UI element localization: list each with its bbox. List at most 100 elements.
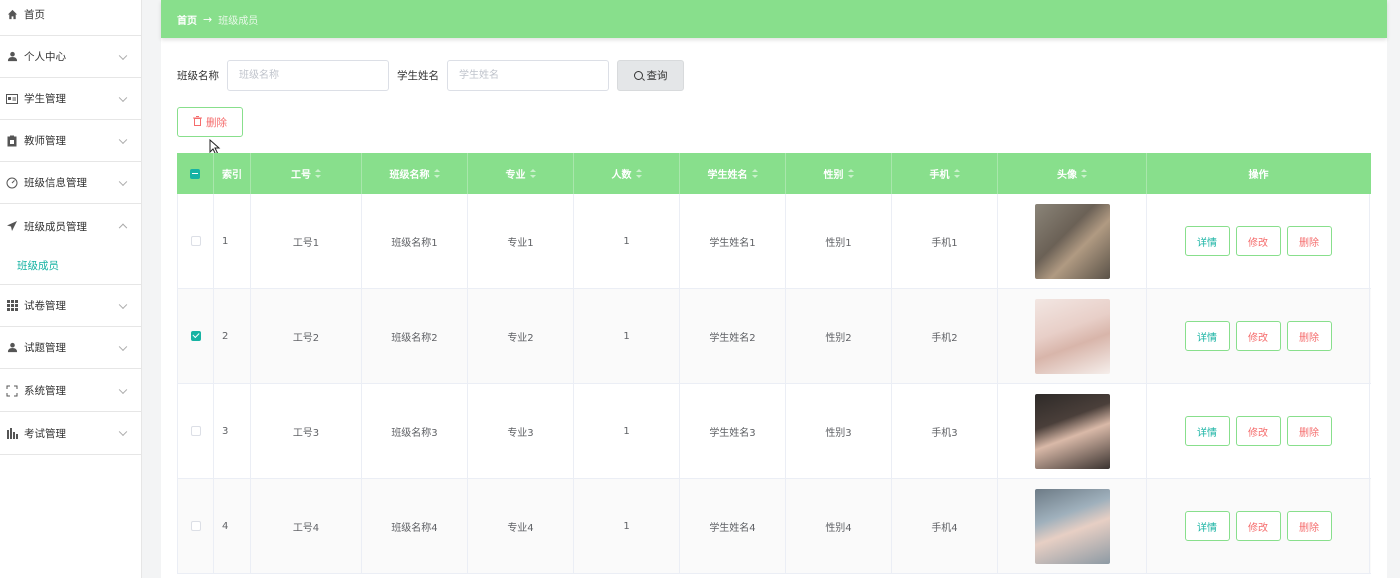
- sidebar-item-questions[interactable]: 试题管理: [0, 327, 142, 369]
- row-checkbox[interactable]: [190, 331, 201, 341]
- row-select-cell: [177, 384, 214, 478]
- sidebar-item-label: 个人中心: [24, 51, 66, 63]
- sort-icon[interactable]: [635, 169, 642, 178]
- sidebar-item-papers[interactable]: 试卷管理: [0, 285, 142, 327]
- sort-icon[interactable]: [953, 169, 960, 178]
- class-name-input[interactable]: [227, 60, 389, 91]
- cell-job-no: 工号1: [251, 194, 362, 288]
- col-student-name[interactable]: 学生姓名: [680, 153, 786, 194]
- sidebar-item-class-members[interactable]: 班级成员管理: [0, 205, 142, 247]
- delete-button[interactable]: 删除: [1286, 416, 1332, 446]
- cell-actions: 详情 修改 删除: [1147, 384, 1370, 478]
- sort-icon[interactable]: [433, 169, 440, 178]
- search-form: 班级名称 学生姓名 查询: [177, 60, 684, 91]
- avatar[interactable]: [1034, 298, 1110, 374]
- cell-phone: 手机1: [892, 194, 998, 288]
- cell-student-name: 学生姓名2: [680, 289, 786, 383]
- batch-delete-button[interactable]: 删除: [177, 107, 243, 137]
- cell-student-name: 学生姓名3: [680, 384, 786, 478]
- bar-chart-icon: [6, 427, 18, 439]
- chevron-down-icon: [118, 342, 128, 351]
- cell-job-no: 工号3: [251, 384, 362, 478]
- col-phone[interactable]: 手机: [892, 153, 998, 194]
- chevron-down-icon: [118, 427, 128, 437]
- chevron-down-icon: [118, 135, 128, 144]
- col-label: 人数: [611, 170, 632, 181]
- sidebar-item-students[interactable]: 学生管理: [0, 78, 142, 120]
- sort-icon[interactable]: [529, 169, 536, 178]
- table-row: 1 工号1 班级名称1 专业1 1 学生姓名1 性别1 手机1 详情 修改 删除: [177, 194, 1371, 289]
- edit-button[interactable]: 修改: [1235, 511, 1281, 541]
- cell-class-name: 班级名称2: [362, 289, 468, 383]
- row-checkbox[interactable]: [190, 236, 201, 246]
- chevron-down-icon: [118, 51, 128, 60]
- avatar[interactable]: [1034, 393, 1110, 469]
- col-job-no[interactable]: 工号: [251, 153, 362, 194]
- cell-major: 专业3: [468, 384, 574, 478]
- cell-index: 2: [214, 289, 251, 383]
- sidebar-item-teachers[interactable]: 教师管理: [0, 120, 142, 162]
- send-icon: [6, 220, 18, 232]
- table-row: 4 工号4 班级名称4 专业4 1 学生姓名4 性别4 手机4 详情 修改 删除: [177, 479, 1371, 574]
- sort-icon[interactable]: [315, 169, 321, 178]
- cell-class-name: 班级名称3: [362, 384, 468, 478]
- edit-button[interactable]: 修改: [1235, 416, 1281, 446]
- avatar[interactable]: [1034, 488, 1110, 564]
- row-select-cell: [177, 479, 214, 573]
- cell-job-no: 工号2: [251, 289, 362, 383]
- row-checkbox[interactable]: [190, 521, 201, 531]
- cell-class-name: 班级名称4: [362, 479, 468, 573]
- cell-phone: 手机4: [892, 479, 998, 573]
- edit-button[interactable]: 修改: [1235, 226, 1281, 256]
- col-index[interactable]: 索引: [214, 153, 251, 194]
- detail-button[interactable]: 详情: [1184, 416, 1230, 446]
- chevron-down-icon: [118, 300, 128, 309]
- sidebar-item-label: 试题管理: [24, 342, 66, 354]
- col-major[interactable]: 专业: [468, 153, 574, 194]
- delete-button[interactable]: 删除: [1286, 511, 1332, 541]
- breadcrumb-home[interactable]: 首页: [177, 12, 197, 27]
- row-select-cell: [177, 289, 214, 383]
- sort-icon[interactable]: [751, 169, 758, 178]
- col-label: 操作: [1248, 170, 1269, 181]
- sidebar-item-label: 系统管理: [24, 385, 66, 397]
- avatar[interactable]: [1034, 203, 1110, 279]
- col-gender[interactable]: 性别: [786, 153, 892, 194]
- sidebar-item-exams[interactable]: 考试管理: [0, 412, 142, 455]
- student-name-input[interactable]: [447, 60, 609, 91]
- sidebar-item-class-info[interactable]: 班级信息管理: [0, 162, 142, 204]
- breadcrumb-arrow-icon: →: [203, 12, 213, 26]
- col-avatar[interactable]: 头像: [998, 153, 1147, 194]
- cell-gender: 性别2: [786, 289, 892, 383]
- sidebar-item-home[interactable]: 首页: [0, 0, 142, 36]
- submenu-item-label: 班级成员: [17, 260, 59, 272]
- sort-icon[interactable]: [1081, 169, 1087, 178]
- sidebar-item-label: 教师管理: [24, 135, 66, 147]
- delete-button[interactable]: 删除: [1286, 226, 1332, 256]
- cell-student-name: 学生姓名4: [680, 479, 786, 573]
- col-label: 性别: [823, 170, 844, 181]
- detail-button[interactable]: 详情: [1184, 226, 1230, 256]
- chevron-down-icon: [118, 177, 128, 186]
- cell-avatar: [998, 479, 1147, 573]
- sidebar-item-profile[interactable]: 个人中心: [0, 36, 142, 78]
- edit-button[interactable]: 修改: [1235, 321, 1281, 351]
- row-checkbox[interactable]: [190, 426, 201, 436]
- submenu-item-class-members[interactable]: 班级成员: [0, 247, 142, 285]
- sort-icon[interactable]: [847, 169, 854, 178]
- query-button[interactable]: 查询: [617, 60, 684, 91]
- sidebar-item-label: 考试管理: [24, 427, 66, 440]
- cell-avatar: [998, 289, 1147, 383]
- col-class-name[interactable]: 班级名称: [362, 153, 468, 194]
- cell-phone: 手机3: [892, 384, 998, 478]
- delete-button[interactable]: 删除: [1286, 321, 1332, 351]
- cell-gender: 性别3: [786, 384, 892, 478]
- detail-button[interactable]: 详情: [1184, 321, 1230, 351]
- table-header: 索引 工号 班级名称 专业 人数 学生姓名 性别 手机 头像 操作: [177, 153, 1371, 194]
- cell-count: 1: [574, 194, 680, 288]
- select-all-checkbox[interactable]: [190, 168, 200, 179]
- detail-button[interactable]: 详情: [1184, 511, 1230, 541]
- sidebar-item-system[interactable]: 系统管理: [0, 370, 142, 412]
- col-count[interactable]: 人数: [574, 153, 680, 194]
- gauge-icon: [6, 177, 18, 189]
